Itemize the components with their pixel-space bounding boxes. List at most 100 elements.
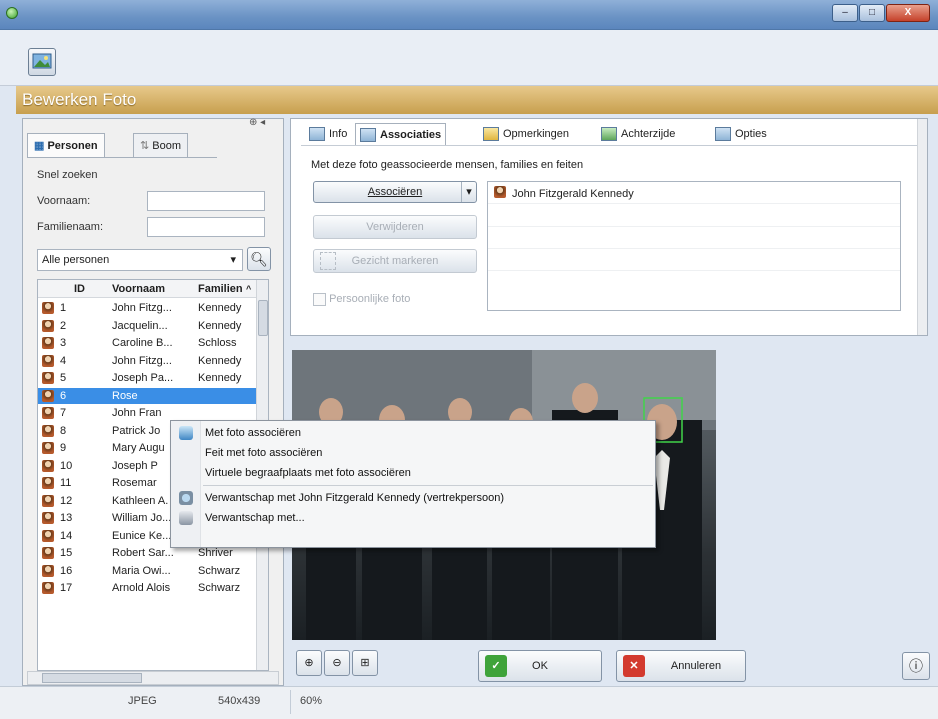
last-name-input[interactable] (147, 217, 265, 237)
cell-id: 10 (60, 459, 73, 472)
chevron-down-icon: ▾ (230, 254, 236, 266)
checkmark-icon: ✓ (485, 655, 507, 677)
tab-info[interactable]: Info (305, 123, 351, 145)
associations-list[interactable]: John Fitzgerald Kennedy (487, 181, 901, 311)
cell-id: 4 (60, 354, 67, 367)
menu-item-associate-fact[interactable]: Feit met foto associëren (205, 443, 322, 463)
info-tab-icon (309, 127, 325, 142)
panel-pin-icon[interactable]: ⊕ ◂ (249, 117, 279, 131)
table-row[interactable]: 3 Caroline B... Schloss (38, 335, 256, 351)
photo-icon (32, 53, 52, 69)
table-row[interactable]: 5 Joseph Pa... Kennedy (38, 370, 256, 386)
checkbox-box[interactable] (313, 292, 326, 306)
first-name-input[interactable] (147, 191, 265, 211)
column-id[interactable]: ID (74, 280, 85, 298)
tab-label: Achterzijde (621, 128, 676, 140)
title-bar: – □ X (0, 0, 938, 30)
tab-personen[interactable]: ▦ Personen (27, 133, 105, 157)
cell-first: Joseph Pa... (112, 372, 174, 384)
list-item[interactable]: John Fitzgerald Kennedy (488, 184, 900, 204)
associations-heading: Met deze foto geassocieerde mensen, fami… (311, 159, 584, 171)
sort-up-icon: ^ (246, 284, 252, 294)
relationship-icon (179, 511, 193, 525)
maximize-button[interactable]: □ (859, 4, 885, 22)
person-filter-select[interactable]: Alle personen ▾ (37, 249, 243, 271)
remove-button[interactable]: Verwijderen (313, 215, 477, 239)
cell-id: 11 (60, 477, 72, 489)
close-button[interactable]: X (886, 4, 930, 22)
table-row[interactable]: 17 Arnold Alois Schwarz (38, 580, 256, 596)
person-icon (42, 372, 54, 384)
cell-id: 8 (60, 424, 67, 437)
cell-last: Kennedy (198, 319, 242, 332)
relationship-search-icon (179, 491, 193, 505)
tab-label: Personen (47, 140, 98, 152)
cell-first: Rose (112, 389, 138, 402)
persons-icon: ▦ (34, 140, 48, 152)
cell-last: Kennedy (198, 372, 242, 384)
table-row[interactable]: 16 Maria Owi... Schwarz (38, 563, 256, 579)
person-icon (42, 529, 54, 542)
tab-associaties[interactable]: Associaties (355, 123, 447, 145)
person-icon (42, 354, 54, 367)
search-button[interactable]: 🔍︎ (247, 247, 271, 271)
zoom-in-button[interactable]: ⊕ (296, 650, 322, 676)
chevron-down-icon[interactable]: ▾ (461, 182, 476, 202)
table-row[interactable]: 2 Jacquelin... Kennedy (38, 318, 256, 334)
table-row[interactable]: 4 John Fitzg... Kennedy (38, 353, 256, 369)
horizontal-scrollbar[interactable] (27, 671, 279, 685)
back-side-tab-icon (601, 127, 617, 142)
cell-id: 16 (60, 564, 73, 577)
tab-achterzijde[interactable]: Achterzijde (597, 123, 679, 145)
tab-label: Opties (735, 128, 767, 140)
associate-button[interactable]: Associëren ▾ (313, 181, 477, 203)
cell-id: 1 (60, 302, 67, 314)
tab-label: Info (329, 128, 348, 140)
person-icon (494, 186, 506, 198)
person-icon (42, 442, 54, 454)
personal-photo-checkbox[interactable]: Persoonlijke foto (313, 291, 410, 307)
menu-item-relationship-root[interactable]: Verwantschap met John Fitzgerald Kennedy… (205, 488, 504, 508)
scroll-thumb[interactable] (42, 673, 142, 683)
column-first-name[interactable]: Voornaam (112, 280, 165, 298)
cell-first: John Fran (112, 407, 162, 419)
scroll-thumb[interactable] (258, 300, 268, 336)
person-icon (42, 302, 54, 314)
ok-button[interactable]: ✓ OK (478, 650, 602, 682)
table-row[interactable]: 7 John Fran (38, 405, 256, 421)
fit-to-window-button[interactable]: ⊞ (352, 650, 378, 676)
cell-id: 3 (60, 337, 67, 349)
menu-item-associate-photo[interactable]: Met foto associëren (205, 423, 301, 443)
minimize-button[interactable]: – (832, 4, 858, 22)
tab-boom[interactable]: ⇅ Boom (133, 133, 189, 157)
column-last-name[interactable]: Familien (198, 280, 243, 298)
photo-toolbar-button[interactable] (28, 48, 56, 76)
panel-scrollbar[interactable] (917, 119, 927, 335)
association-name: John Fitzgerald Kennedy (512, 188, 634, 200)
page-title: Bewerken Foto (16, 86, 938, 114)
cell-id: 5 (60, 372, 67, 384)
associate-label: Associëren (367, 186, 423, 198)
table-row[interactable]: 6 Rose (38, 387, 256, 404)
zoom-in-icon: ⊕ (304, 657, 314, 669)
person-icon (42, 337, 54, 349)
cell-last: Schloss (198, 337, 237, 349)
menu-item-relationship-with[interactable]: Verwantschap met... (205, 508, 305, 528)
cancel-x-icon: ✕ (623, 655, 645, 677)
toolbar (0, 30, 938, 86)
status-zoom: 60% (300, 695, 323, 707)
menu-item-associate-cemetery[interactable]: Virtuele begraafplaats met foto associër… (205, 463, 411, 483)
zoom-out-button[interactable]: ⊖ (324, 650, 350, 676)
cancel-button[interactable]: ✕ Annuleren (616, 650, 746, 682)
tree-icon: ⇅ (140, 140, 153, 152)
person-icon (42, 494, 54, 507)
tab-opties[interactable]: Opties (711, 123, 771, 145)
table-row[interactable]: 1 John Fitzg... Kennedy (38, 300, 256, 316)
cell-id: 12 (60, 494, 73, 507)
cell-last: Kennedy (198, 302, 242, 314)
tab-opmerkingen[interactable]: Opmerkingen (479, 123, 573, 145)
personal-photo-label: Persoonlijke foto (329, 293, 411, 305)
mark-face-button[interactable]: Gezicht markeren (313, 249, 477, 273)
associate-photo-icon (179, 426, 193, 440)
info-button[interactable]: ⓘ (902, 652, 930, 680)
